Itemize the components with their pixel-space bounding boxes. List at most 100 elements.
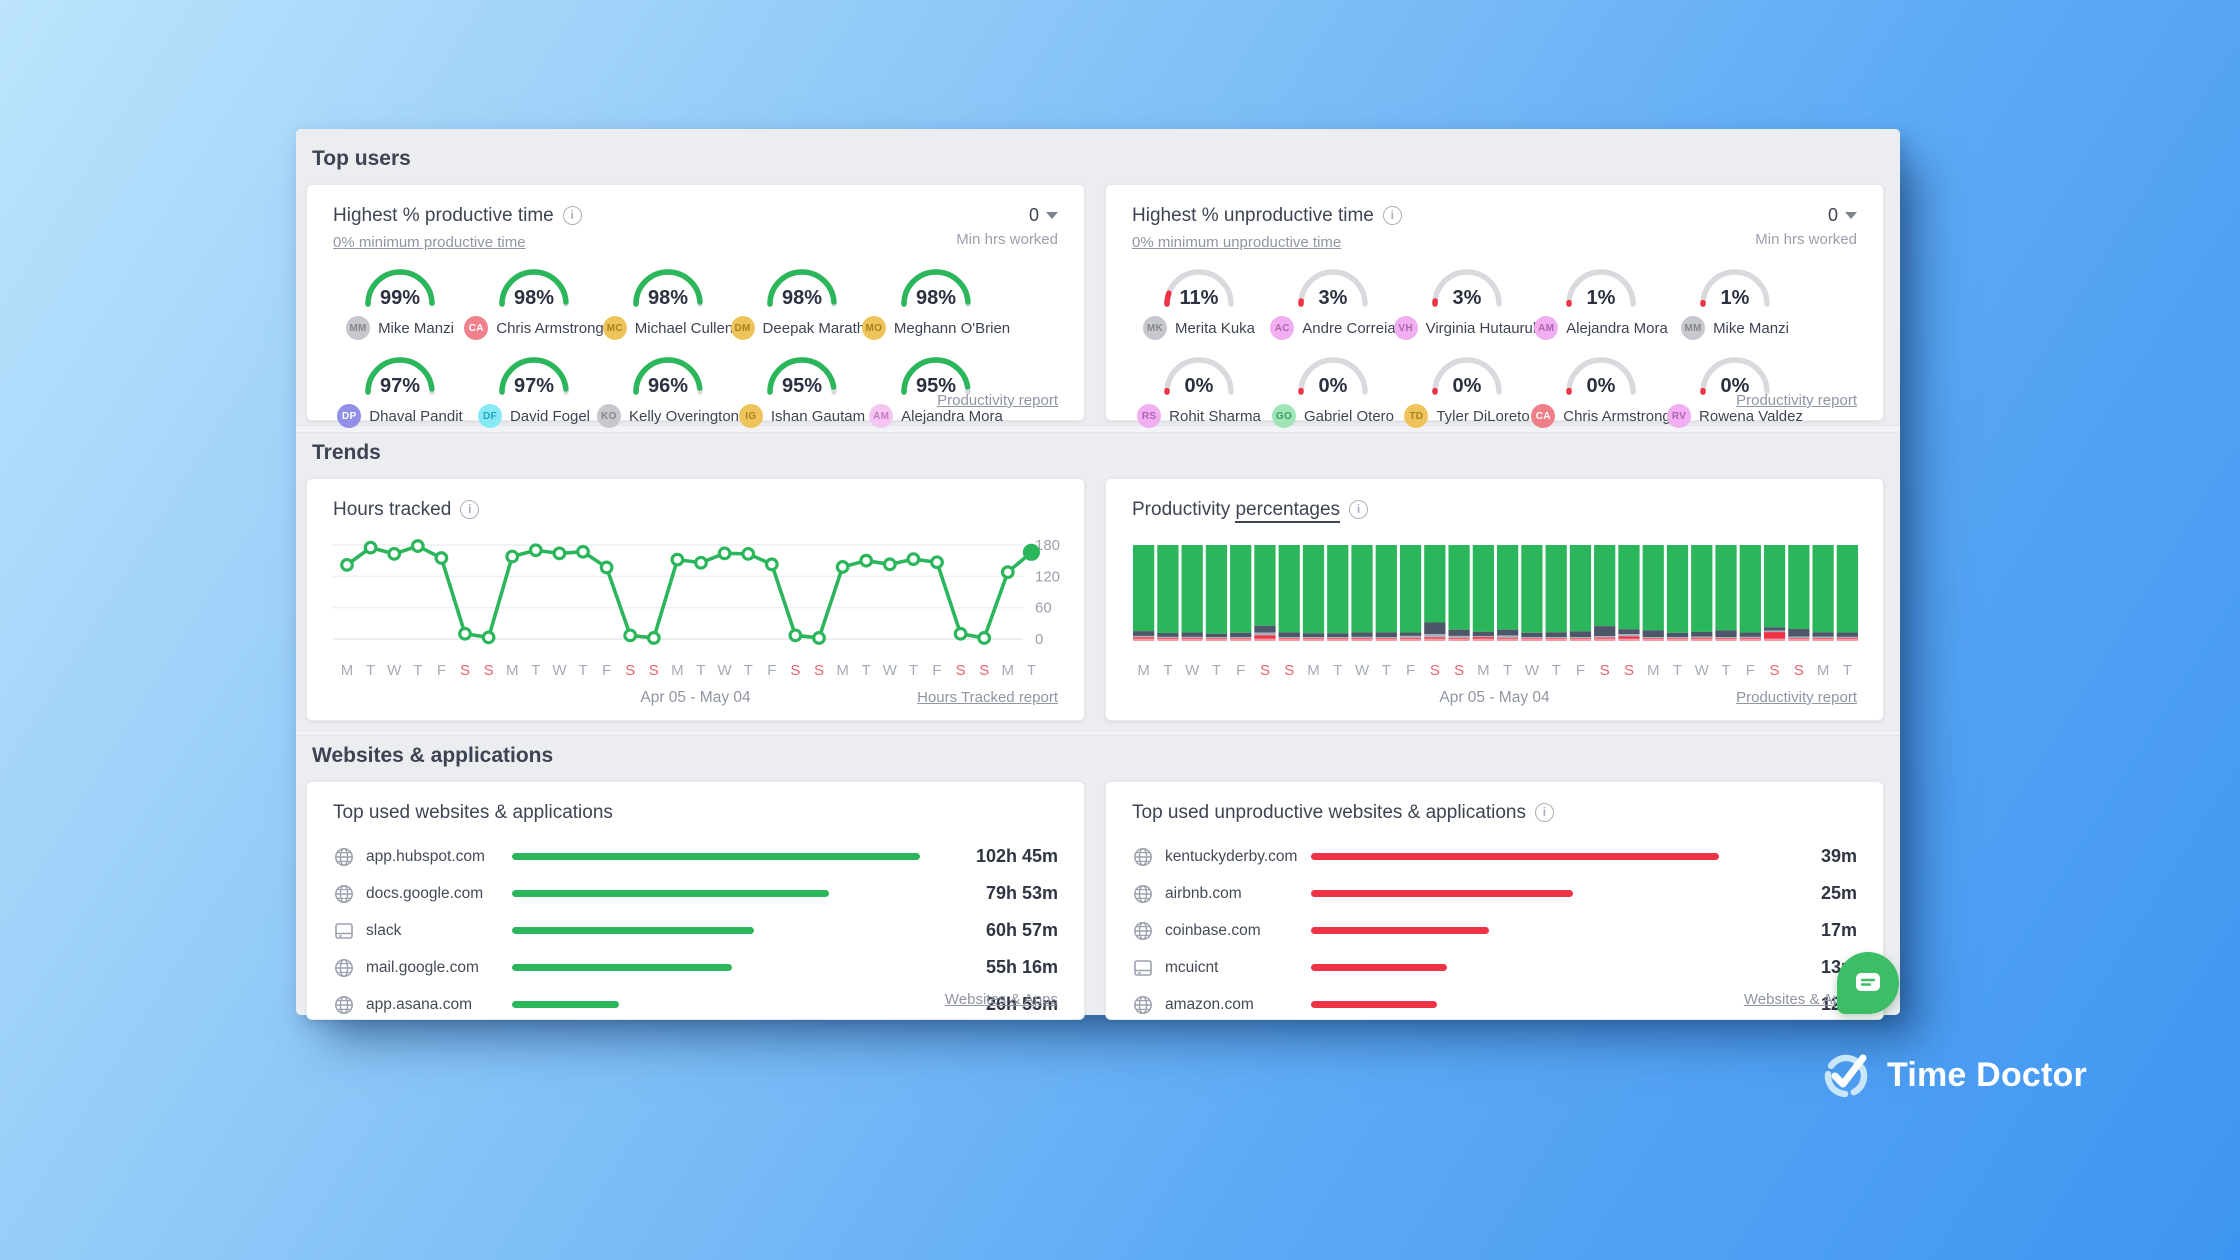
svg-text:T: T — [366, 662, 375, 679]
chat-launcher-button[interactable] — [1837, 952, 1899, 1014]
svg-text:T: T — [1212, 662, 1221, 679]
min-hrs-dropdown-block: 0 Min hrs worked — [1755, 205, 1857, 248]
info-icon[interactable]: i — [460, 500, 479, 519]
svg-text:T: T — [413, 662, 422, 679]
svg-text:S: S — [1284, 662, 1294, 679]
avatar: IG — [739, 404, 763, 428]
svg-text:S: S — [790, 662, 800, 679]
gauge-user-row: DMDeepak Maratha — [731, 316, 874, 340]
user-gauge: 97%DPDhaval Pandit — [333, 353, 467, 435]
globe-icon-wrap — [1132, 920, 1156, 942]
site-usage-bar-track — [1311, 890, 1719, 897]
svg-text:M: M — [1817, 662, 1830, 679]
avatar: GO — [1272, 404, 1296, 428]
svg-text:F: F — [1236, 662, 1245, 679]
site-time-value: 25m — [1745, 883, 1857, 904]
site-usage-bar — [1311, 853, 1719, 860]
site-time-value: 102h 45m — [946, 846, 1058, 867]
info-icon[interactable]: i — [1349, 500, 1368, 519]
info-icon[interactable]: i — [1535, 803, 1554, 822]
site-usage-bar-track — [512, 927, 920, 934]
user-name: Mike Manzi — [1713, 320, 1789, 337]
info-icon[interactable]: i — [1383, 206, 1402, 225]
productivity-stacked-bar-chart[interactable]: MTWTFSSMTWTFSSMTWTFSSMTWTFSSMT — [1132, 535, 1857, 687]
globe-icon-wrap — [333, 883, 357, 905]
svg-text:T: T — [744, 662, 753, 679]
svg-text:M: M — [1477, 662, 1490, 679]
gauge-user-row: DFDavid Fogel — [478, 404, 590, 428]
svg-text:S: S — [956, 662, 966, 679]
avatar: MC — [603, 316, 627, 340]
card-top-unproductive-websites: Top used unproductive websites & applica… — [1105, 781, 1884, 1020]
avatar: VH — [1394, 316, 1418, 340]
svg-text:120: 120 — [1035, 568, 1060, 585]
gauge-percent-value: 11% — [1180, 287, 1219, 310]
top-users-cards: Highest % productive time i 0% minimum pr… — [306, 184, 1884, 421]
info-icon[interactable]: i — [563, 206, 582, 225]
svg-text:T: T — [531, 662, 540, 679]
user-gauge: 95%IGIshan Gautam — [735, 353, 869, 435]
site-row: kentuckyderby.com39m — [1132, 838, 1857, 875]
hours-tracked-line-chart[interactable]: 180120600MTWTFSSMTWTFSSMTWTFSSMTWTFSSMT — [333, 535, 1058, 687]
min-unproductive-time-link[interactable]: 0% minimum unproductive time — [1132, 234, 1341, 251]
gauge-percent-value: 0% — [1587, 375, 1616, 398]
svg-text:W: W — [1695, 662, 1710, 679]
svg-text:T: T — [1382, 662, 1391, 679]
site-label: app.hubspot.com — [366, 848, 512, 866]
gauge-percent-value: 96% — [648, 375, 688, 398]
productivity-report-link[interactable]: Productivity report — [1736, 392, 1857, 409]
site-usage-bar-track — [512, 964, 920, 971]
dashboard-screenshot: Top users Highest % productive time i 0% … — [296, 129, 1900, 1015]
gauge-arc: 99% — [362, 265, 438, 307]
user-name: Chris Armstrong — [1563, 408, 1671, 425]
time-doctor-logo-text: Time Doctor — [1887, 1056, 2087, 1095]
svg-text:F: F — [437, 662, 446, 679]
trends-cards: Hours trackedi 180120600MTWTFSSMTWTFSSMT… — [306, 478, 1884, 721]
gauge-arc: 0% — [1161, 353, 1237, 395]
productivity-report-link[interactable]: Productivity report — [1736, 689, 1857, 706]
gauge-user-row: ACAndre Correia — [1270, 316, 1395, 340]
svg-text:W: W — [387, 662, 402, 679]
card-title-productive: Highest % productive time — [333, 205, 554, 226]
site-usage-bar — [512, 1001, 619, 1008]
hours-tracked-report-link[interactable]: Hours Tracked report — [917, 689, 1058, 706]
app-icon-wrap — [1132, 957, 1156, 979]
gauge-percent-value: 98% — [916, 287, 956, 310]
site-usage-bar — [1311, 890, 1573, 897]
svg-text:M: M — [341, 662, 354, 679]
chevron-down-icon — [1845, 212, 1857, 219]
min-productive-time-link[interactable]: 0% minimum productive time — [333, 234, 526, 251]
site-label: docs.google.com — [366, 885, 512, 903]
min-hrs-dropdown[interactable]: 0 — [956, 205, 1058, 226]
websites-apps-link[interactable]: Websites & Apps — [945, 991, 1058, 1008]
chart-footer: Apr 05 - May 04 Hours Tracked report — [333, 689, 1058, 709]
section-top-users: Top users Highest % productive time i 0% … — [296, 129, 1900, 425]
card-hours-tracked: Hours trackedi 180120600MTWTFSSMTWTFSSMT… — [306, 478, 1085, 721]
productivity-report-link[interactable]: Productivity report — [937, 392, 1058, 409]
globe-icon — [333, 846, 355, 868]
site-row: mail.google.com55h 16m — [333, 949, 1058, 986]
gauge-percent-value: 3% — [1319, 287, 1348, 310]
gauge-user-row: CAChris Armstrong — [464, 316, 604, 340]
section-trends: Trends Hours trackedi 180120600MTWTFSSMT… — [296, 433, 1900, 730]
application-window-icon — [1132, 957, 1154, 979]
avatar: DF — [478, 404, 502, 428]
svg-text:T: T — [1333, 662, 1342, 679]
bar-chart-svg: MTWTFSSMTWTFSSMTWTFSSMTWTFSSMT — [1132, 535, 1859, 687]
card-header: Highest % productive time i 0% minimum pr… — [333, 205, 1058, 252]
user-gauge: 0%TDTyler DiLoreto — [1400, 353, 1534, 435]
section-title-top-users: Top users — [296, 129, 1900, 171]
user-name: Andre Correia — [1302, 320, 1395, 337]
card-title-productivity: Productivity percentages — [1132, 499, 1340, 523]
svg-text:M: M — [1137, 662, 1150, 679]
min-hrs-dropdown[interactable]: 0 — [1755, 205, 1857, 226]
avatar: AM — [869, 404, 893, 428]
gauge-arc: 0% — [1563, 353, 1639, 395]
user-gauge: 97%DFDavid Fogel — [467, 353, 601, 435]
site-usage-bar — [1311, 1001, 1437, 1008]
svg-text:F: F — [602, 662, 611, 679]
gauge-user-row: MMMike Manzi — [1681, 316, 1789, 340]
svg-text:F: F — [1746, 662, 1755, 679]
card-title-hours-tracked: Hours tracked — [333, 499, 451, 520]
globe-icon — [1132, 846, 1154, 868]
